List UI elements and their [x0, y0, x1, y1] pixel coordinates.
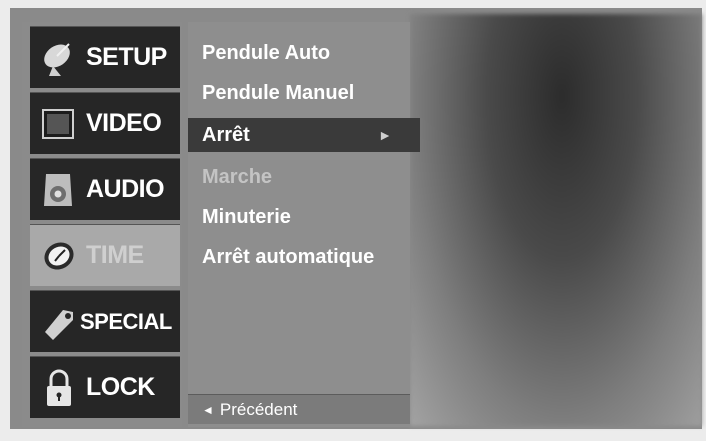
menu-tab-video[interactable]: VIDEO	[30, 92, 180, 154]
time-submenu: Pendule Auto Pendule Manuel Arrêt ► Marc…	[188, 22, 420, 427]
tag-icon	[38, 301, 80, 343]
menu-tab-label: LOCK	[86, 373, 155, 401]
main-menu-sidebar: SETUP VIDEO AUDIO TIME SPECIAL LOCK	[22, 22, 182, 427]
menu-tab-lock[interactable]: LOCK	[30, 356, 180, 418]
submenu-item-label: Arrêt	[202, 123, 250, 146]
menu-tab-time[interactable]: TIME	[30, 224, 180, 286]
menu-tab-label: VIDEO	[86, 109, 162, 137]
menu-tab-special[interactable]: SPECIAL	[30, 290, 180, 352]
blurred-video-preview	[410, 14, 702, 426]
satellite-dish-icon	[38, 37, 80, 79]
submenu-item-label: Minuterie	[202, 205, 291, 228]
menu-tab-label: AUDIO	[86, 175, 165, 203]
menu-tab-label: SETUP	[86, 43, 167, 71]
speaker-icon	[38, 169, 80, 211]
submenu-item-label: Marche	[202, 165, 273, 188]
menu-tab-label: SPECIAL	[80, 308, 172, 334]
screen-icon	[38, 103, 80, 145]
submenu-item-marche: Marche	[188, 160, 410, 194]
submenu-item-label: Pendule Manuel	[202, 81, 355, 104]
back-button[interactable]: ◄ Précédent	[188, 394, 410, 424]
submenu-item-arret[interactable]: Arrêt ►	[188, 118, 420, 152]
submenu-item-label: Pendule Auto	[202, 41, 331, 64]
back-button-label: Précédent	[219, 399, 298, 419]
left-arrow-icon: ◄	[202, 402, 214, 417]
submenu-item-pendule-manuel[interactable]: Pendule Manuel	[188, 76, 410, 110]
menu-tab-label: TIME	[86, 241, 144, 269]
submenu-item-pendule-auto[interactable]: Pendule Auto	[188, 36, 410, 70]
menu-tab-audio[interactable]: AUDIO	[30, 158, 180, 220]
padlock-icon	[38, 367, 80, 409]
submenu-item-minuterie[interactable]: Minuterie	[188, 200, 410, 234]
right-arrow-icon: ►	[378, 127, 392, 143]
submenu-item-arret-automatique[interactable]: Arrêt automatique	[188, 240, 410, 274]
clock-icon	[38, 235, 80, 277]
submenu-item-label: Arrêt automatique	[202, 245, 375, 268]
menu-tab-setup[interactable]: SETUP	[30, 26, 180, 88]
